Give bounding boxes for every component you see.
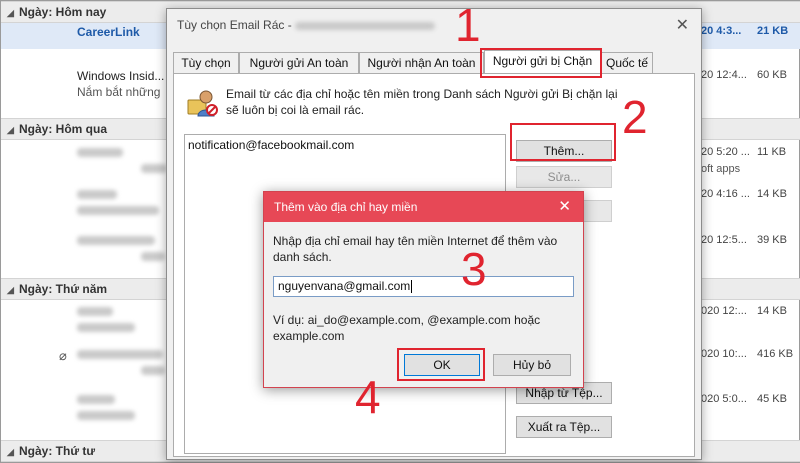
blocked-senders-icon xyxy=(187,90,218,117)
message-size: 14 KB xyxy=(757,188,787,200)
blurred-sender xyxy=(77,393,115,407)
email-address-input[interactable]: nguyenvana@gmail.com xyxy=(273,276,574,297)
message-date: 20 12:4... xyxy=(701,69,747,81)
message-size: 45 KB xyxy=(757,393,787,405)
message-sender: Windows Insid... xyxy=(77,69,165,83)
blurred-subject xyxy=(141,250,165,264)
step-number-1: 1 xyxy=(455,0,481,51)
message-date: 20 5:20 ... xyxy=(701,146,750,158)
tab-safe-senders[interactable]: Người gửi An toàn xyxy=(239,52,359,74)
step-number-3: 3 xyxy=(461,243,487,295)
edit-button[interactable]: Sửa... xyxy=(516,166,612,188)
tab-options[interactable]: Tùy chọn xyxy=(173,52,239,74)
message-subject: Nắm bắt những xyxy=(77,85,161,99)
dialog-title-bar: Thêm vào địa chỉ hay miền ✕ xyxy=(264,192,583,222)
collapse-caret-icon[interactable]: ◢ xyxy=(7,280,19,300)
message-date: 20 12:5... xyxy=(701,234,747,246)
message-size: 21 KB xyxy=(757,25,789,37)
message-sender: CareerLink xyxy=(77,25,140,39)
blurred-sender xyxy=(77,348,163,362)
instruction-text: Nhập địa chỉ email hay tên miền Internet… xyxy=(273,234,558,264)
tab-international[interactable]: Quốc tế xyxy=(601,52,653,74)
close-icon[interactable]: ✕ xyxy=(558,197,571,215)
message-date: 020 12:... xyxy=(701,305,747,317)
step-number-4: 4 xyxy=(355,371,381,423)
blurred-subject xyxy=(141,364,165,378)
message-size: 11 KB xyxy=(757,146,787,158)
blurred-subject xyxy=(77,204,159,218)
blurred-sender xyxy=(77,188,117,202)
cancel-button[interactable]: Hủy bỏ xyxy=(493,354,571,376)
message-size: 39 KB xyxy=(757,234,787,246)
export-to-file-button[interactable]: Xuất ra Tệp... xyxy=(516,416,612,438)
message-preview: oft apps xyxy=(701,163,741,175)
blurred-subject xyxy=(141,162,167,176)
blurred-subject xyxy=(77,321,135,335)
collapse-caret-icon[interactable]: ◢ xyxy=(7,442,19,462)
highlight-ok-button xyxy=(397,348,485,381)
dialog-title: Tùy chọn Email Rác - xyxy=(177,18,436,32)
message-size: 416 KB xyxy=(757,348,794,360)
message-date: 020 5:0... xyxy=(701,393,747,405)
panel-description: Email từ các địa chỉ hoặc tên miền trong… xyxy=(226,87,618,117)
message-date: 20 4:3... xyxy=(701,25,742,37)
message-date: 20 4:16 ... xyxy=(701,188,750,200)
list-item[interactable]: notification@facebookmail.com xyxy=(188,138,354,152)
highlight-add-button xyxy=(510,123,616,161)
close-icon[interactable]: ✕ xyxy=(676,15,689,35)
blurred-sender xyxy=(77,146,123,160)
message-size: 14 KB xyxy=(757,305,787,317)
step-number-2: 2 xyxy=(622,91,648,143)
highlight-blocked-senders-tab xyxy=(480,48,602,78)
blurred-account xyxy=(295,21,436,30)
blurred-sender xyxy=(77,305,113,319)
paperclip-icon: ⌀ xyxy=(59,348,67,363)
tab-safe-recipients[interactable]: Người nhận An toàn xyxy=(359,52,484,74)
dialog-title: Thêm vào địa chỉ hay miền xyxy=(274,200,418,214)
text-caret xyxy=(411,280,413,294)
collapse-caret-icon[interactable]: ◢ xyxy=(7,3,19,23)
blurred-subject xyxy=(77,409,135,423)
example-text: Ví dụ: ai_do@example.com, @example.com h… xyxy=(273,313,541,343)
message-size: 60 KB xyxy=(757,69,787,81)
blurred-sender xyxy=(77,234,155,248)
collapse-caret-icon[interactable]: ◢ xyxy=(7,120,19,140)
message-date: 020 10:... xyxy=(701,348,747,360)
